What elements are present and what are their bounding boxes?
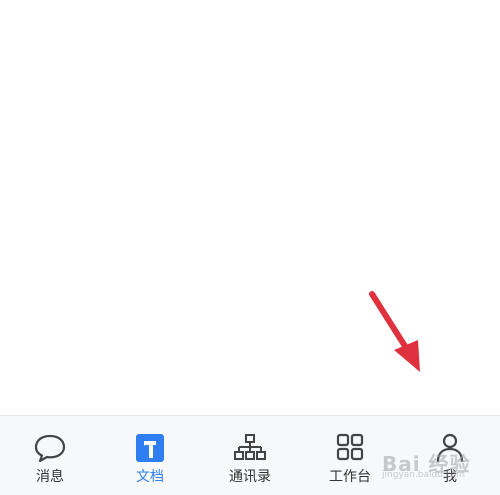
chat-bubble-icon — [34, 434, 66, 463]
tab-messages[interactable]: 消息 — [0, 416, 100, 495]
tab-contacts[interactable]: 通讯录 — [200, 416, 300, 495]
tab-documents-label: 文档 — [136, 469, 164, 485]
tab-contacts-label: 通讯录 — [229, 469, 271, 485]
tab-me[interactable]: 我 — [400, 416, 500, 495]
red-arrow-annotation — [369, 291, 420, 372]
person-icon — [436, 433, 464, 463]
tab-me-label: 我 — [443, 469, 457, 485]
bottom-tab-bar: 消息 文档 通讯录 工作台 我 — [0, 415, 500, 495]
tab-workbench-label: 工作台 — [329, 469, 371, 485]
grid-icon — [336, 433, 364, 461]
org-chart-icon — [234, 434, 266, 460]
tab-messages-label: 消息 — [36, 469, 64, 485]
document-icon — [136, 434, 164, 462]
app-screen: 消息 文档 通讯录 工作台 我 Bai 经验 jingyan.baidu.com — [0, 0, 500, 495]
tab-workbench[interactable]: 工作台 — [300, 416, 400, 495]
tab-documents[interactable]: 文档 — [100, 416, 200, 495]
